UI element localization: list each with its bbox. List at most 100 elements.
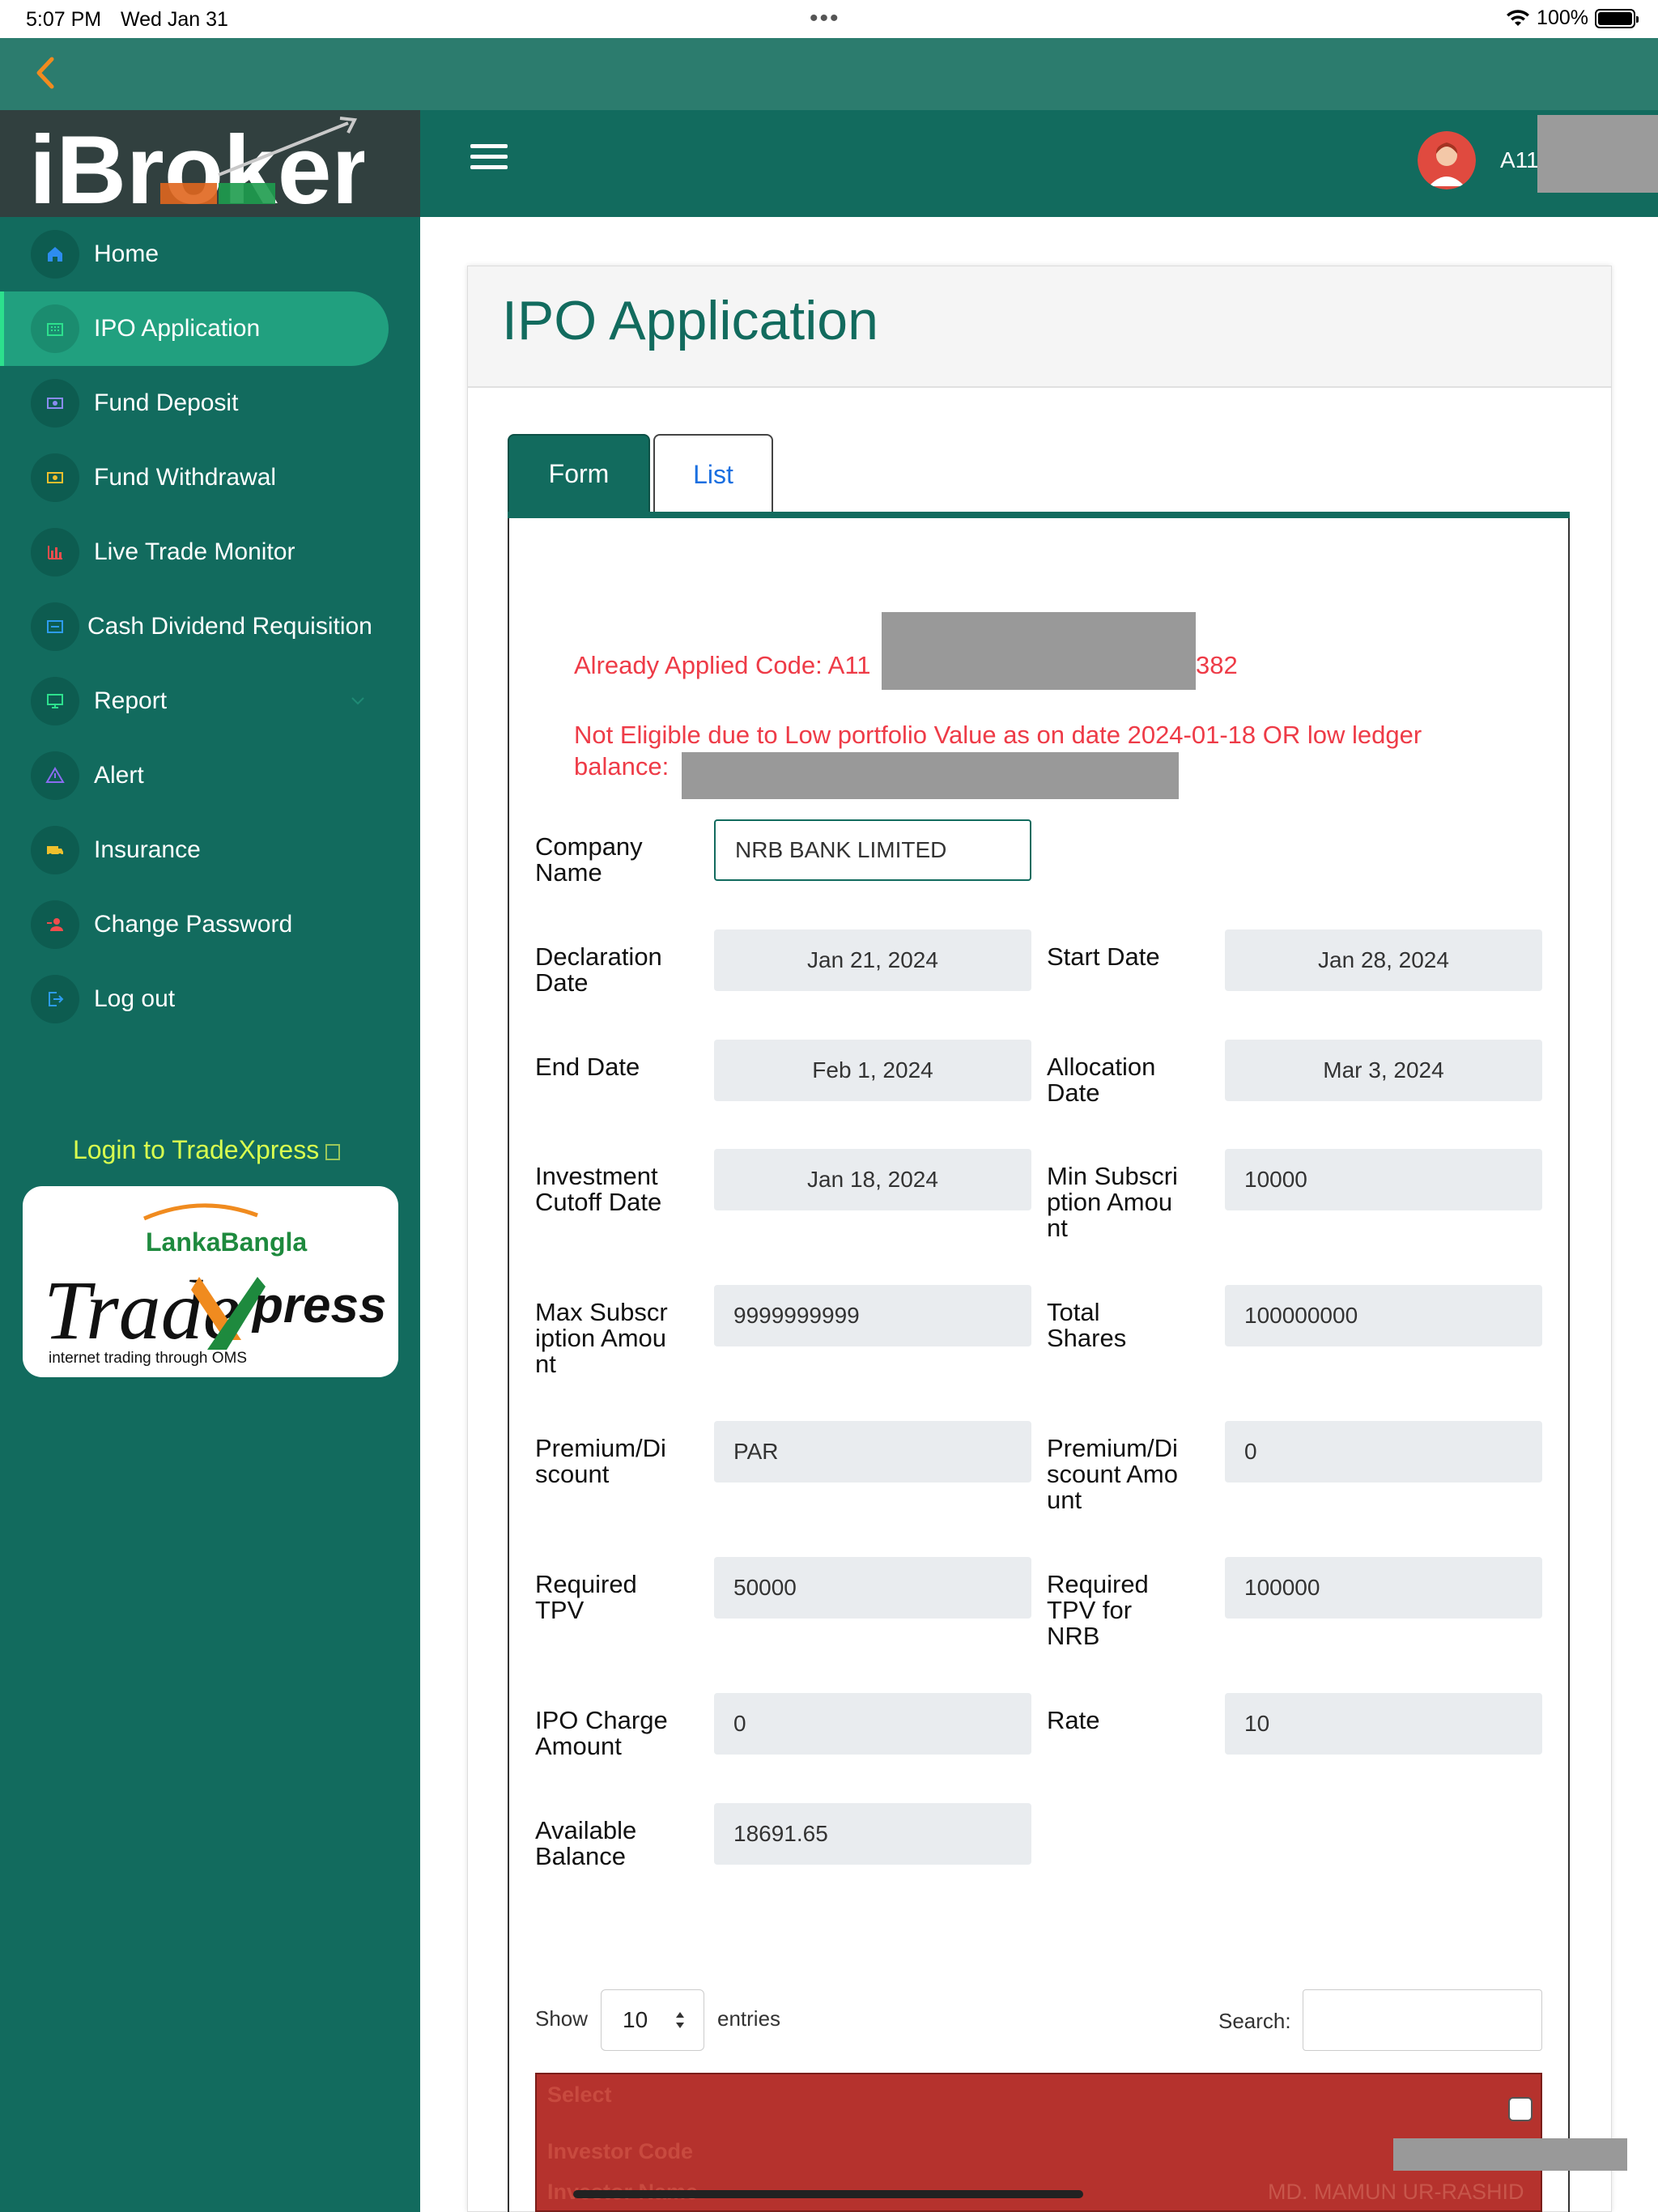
tab-form[interactable]: Form	[508, 434, 650, 513]
tradexpress-tagline: internet trading through OMS	[49, 1350, 247, 1367]
sidebar-item-label: Insurance	[94, 836, 201, 863]
hamburger-menu-icon[interactable]	[470, 144, 508, 173]
ibroker-logo[interactable]: iBroker	[0, 110, 420, 217]
sidebar-item-cash-dividend[interactable]: Cash Dividend Requisition	[0, 589, 420, 664]
max-subscription-label: Max Subscription Amount	[535, 1298, 668, 1378]
back-chevron-icon[interactable]	[29, 53, 62, 93]
investment-cutoff-label: Investment Cutoff Date	[535, 1162, 662, 1216]
investment-cutoff-field: Jan 18, 2024	[714, 1149, 1031, 1210]
sidebar-item-report[interactable]: Report	[0, 664, 420, 738]
deposit-icon	[31, 379, 79, 428]
sidebar-item-label: IPO Application	[94, 315, 261, 342]
sidebar-item-label: Home	[94, 240, 159, 267]
start-date-field: Jan 28, 2024	[1225, 929, 1542, 991]
entries-select[interactable]: 10	[601, 1989, 704, 2051]
home-indicator[interactable]	[573, 2190, 1083, 2198]
status-date: Wed Jan 31	[121, 8, 228, 31]
ineligible-alert-line2: balance:	[574, 752, 670, 781]
premium-discount-amount-label: Premium/Discount Amount	[1047, 1434, 1178, 1514]
lankabangla-text: LankaBangla	[146, 1227, 307, 1257]
card-header: IPO Application	[468, 266, 1611, 388]
ambulance-icon	[31, 826, 79, 874]
rate-label: Rate	[1047, 1706, 1100, 1734]
declaration-date-label: Declaration Date	[535, 942, 662, 997]
rate-field: 10	[1225, 1693, 1542, 1755]
end-date-field: Feb 1, 2024	[714, 1040, 1031, 1101]
user-id: A11	[1500, 147, 1539, 172]
tradexpress-login-link[interactable]: Login to TradeXpress	[73, 1135, 341, 1165]
sidebar-item-label: Change Password	[94, 911, 293, 938]
already-applied-suffix: 382	[1196, 651, 1238, 679]
home-icon	[31, 230, 79, 279]
sidebar-item-live-trade-monitor[interactable]: Live Trade Monitor	[0, 515, 420, 589]
sidebar-item-logout[interactable]: Log out	[0, 962, 420, 1036]
chart-icon	[31, 528, 79, 576]
sidebar-item-fund-withdrawal[interactable]: Fund Withdrawal	[0, 440, 420, 515]
start-date-label: Start Date	[1047, 942, 1160, 971]
sidebar-item-home[interactable]: Home	[0, 217, 420, 291]
tradexpress-text-press: press	[251, 1278, 386, 1334]
sidebar-item-ipo-application[interactable]: IPO Application	[0, 291, 389, 366]
battery-icon	[1595, 8, 1639, 28]
select-all-checkbox[interactable]	[1508, 2097, 1533, 2121]
required-tpv-nrb-field: 100000	[1225, 1557, 1542, 1619]
sidebar-item-label: Cash Dividend Requisition	[87, 613, 372, 640]
chevron-down-icon	[351, 697, 364, 705]
redacted-block	[1537, 115, 1658, 193]
ipo-charge-field: 0	[714, 1693, 1031, 1755]
max-subscription-field: 9999999999	[714, 1285, 1031, 1346]
redacted-block	[1393, 2138, 1627, 2171]
sidebar-item-label: Alert	[94, 762, 144, 789]
withdrawal-icon	[31, 453, 79, 502]
sidebar-item-fund-deposit[interactable]: Fund Deposit	[0, 366, 420, 440]
tradexpress-banner[interactable]: LankaBangla Trade press internet trading…	[23, 1186, 398, 1377]
declaration-date-field: Jan 21, 2024	[714, 929, 1031, 991]
premium-discount-amount-field: 0	[1225, 1421, 1542, 1482]
wifi-icon	[1506, 9, 1530, 28]
sidebar-item-change-password[interactable]: Change Password	[0, 887, 420, 962]
column-investor-code: Investor Code	[547, 2139, 694, 2163]
required-tpv-nrb-label: Required TPV for NRB	[1047, 1570, 1149, 1650]
ineligible-alert-line1: Not Eligible due to Low portfolio Value …	[574, 721, 1422, 749]
show-label: Show	[535, 2006, 589, 2031]
status-time: 5:07 PM	[26, 8, 102, 31]
allocation-date-field: Mar 3, 2024	[1225, 1040, 1542, 1101]
redacted-block	[882, 612, 1196, 690]
total-shares-field: 100000000	[1225, 1285, 1542, 1346]
tab-list[interactable]: List	[653, 434, 773, 513]
battery-level	[1598, 11, 1632, 25]
user-avatar[interactable]	[1418, 131, 1476, 189]
entries-label: entries	[717, 2006, 781, 2031]
min-subscription-field: 10000	[1225, 1149, 1542, 1210]
sidebar-item-insurance[interactable]: Insurance	[0, 813, 420, 887]
sidebar: iBroker Home IPO Application Fund Deposi…	[0, 110, 420, 2212]
sidebar-item-label: Fund Deposit	[94, 389, 239, 416]
premium-discount-field: PAR	[714, 1421, 1031, 1482]
required-tpv-field: 50000	[714, 1557, 1031, 1619]
logout-icon	[31, 975, 79, 1023]
available-balance-field: 18691.65	[714, 1803, 1031, 1865]
warning-icon	[31, 751, 79, 800]
sidebar-item-alert[interactable]: Alert	[0, 738, 420, 813]
allocation-date-label: Allocation Date	[1047, 1053, 1156, 1107]
status-bar: 5:07 PM Wed Jan 31 ••• 100%	[0, 0, 1658, 38]
app-header: A11	[420, 110, 1658, 217]
column-select: Select	[547, 2082, 612, 2107]
required-tpv-label: Required TPV	[535, 1570, 637, 1624]
sidebar-item-label: Live Trade Monitor	[94, 538, 295, 565]
dividend-icon	[31, 602, 79, 651]
search-input[interactable]	[1303, 1989, 1542, 2051]
sidebar-menu: Home IPO Application Fund Deposit Fund W…	[0, 217, 420, 1036]
redacted-block	[682, 752, 1179, 799]
battery-percent: 100%	[1537, 6, 1588, 29]
company-name-field[interactable]: NRB BANK LIMITED	[714, 819, 1031, 881]
min-subscription-label: Min Subscription Amount	[1047, 1162, 1178, 1242]
already-applied-alert: Already Applied Code: A11	[574, 651, 871, 679]
search-label: Search:	[1218, 2009, 1291, 2033]
ipo-icon	[31, 304, 79, 353]
entries-value: 10	[623, 2007, 648, 2032]
multitask-dots-icon[interactable]: •••	[810, 5, 840, 32]
external-link-icon	[325, 1143, 341, 1160]
company-name-label: Company Name	[535, 832, 643, 887]
page-title: IPO Application	[502, 290, 878, 351]
